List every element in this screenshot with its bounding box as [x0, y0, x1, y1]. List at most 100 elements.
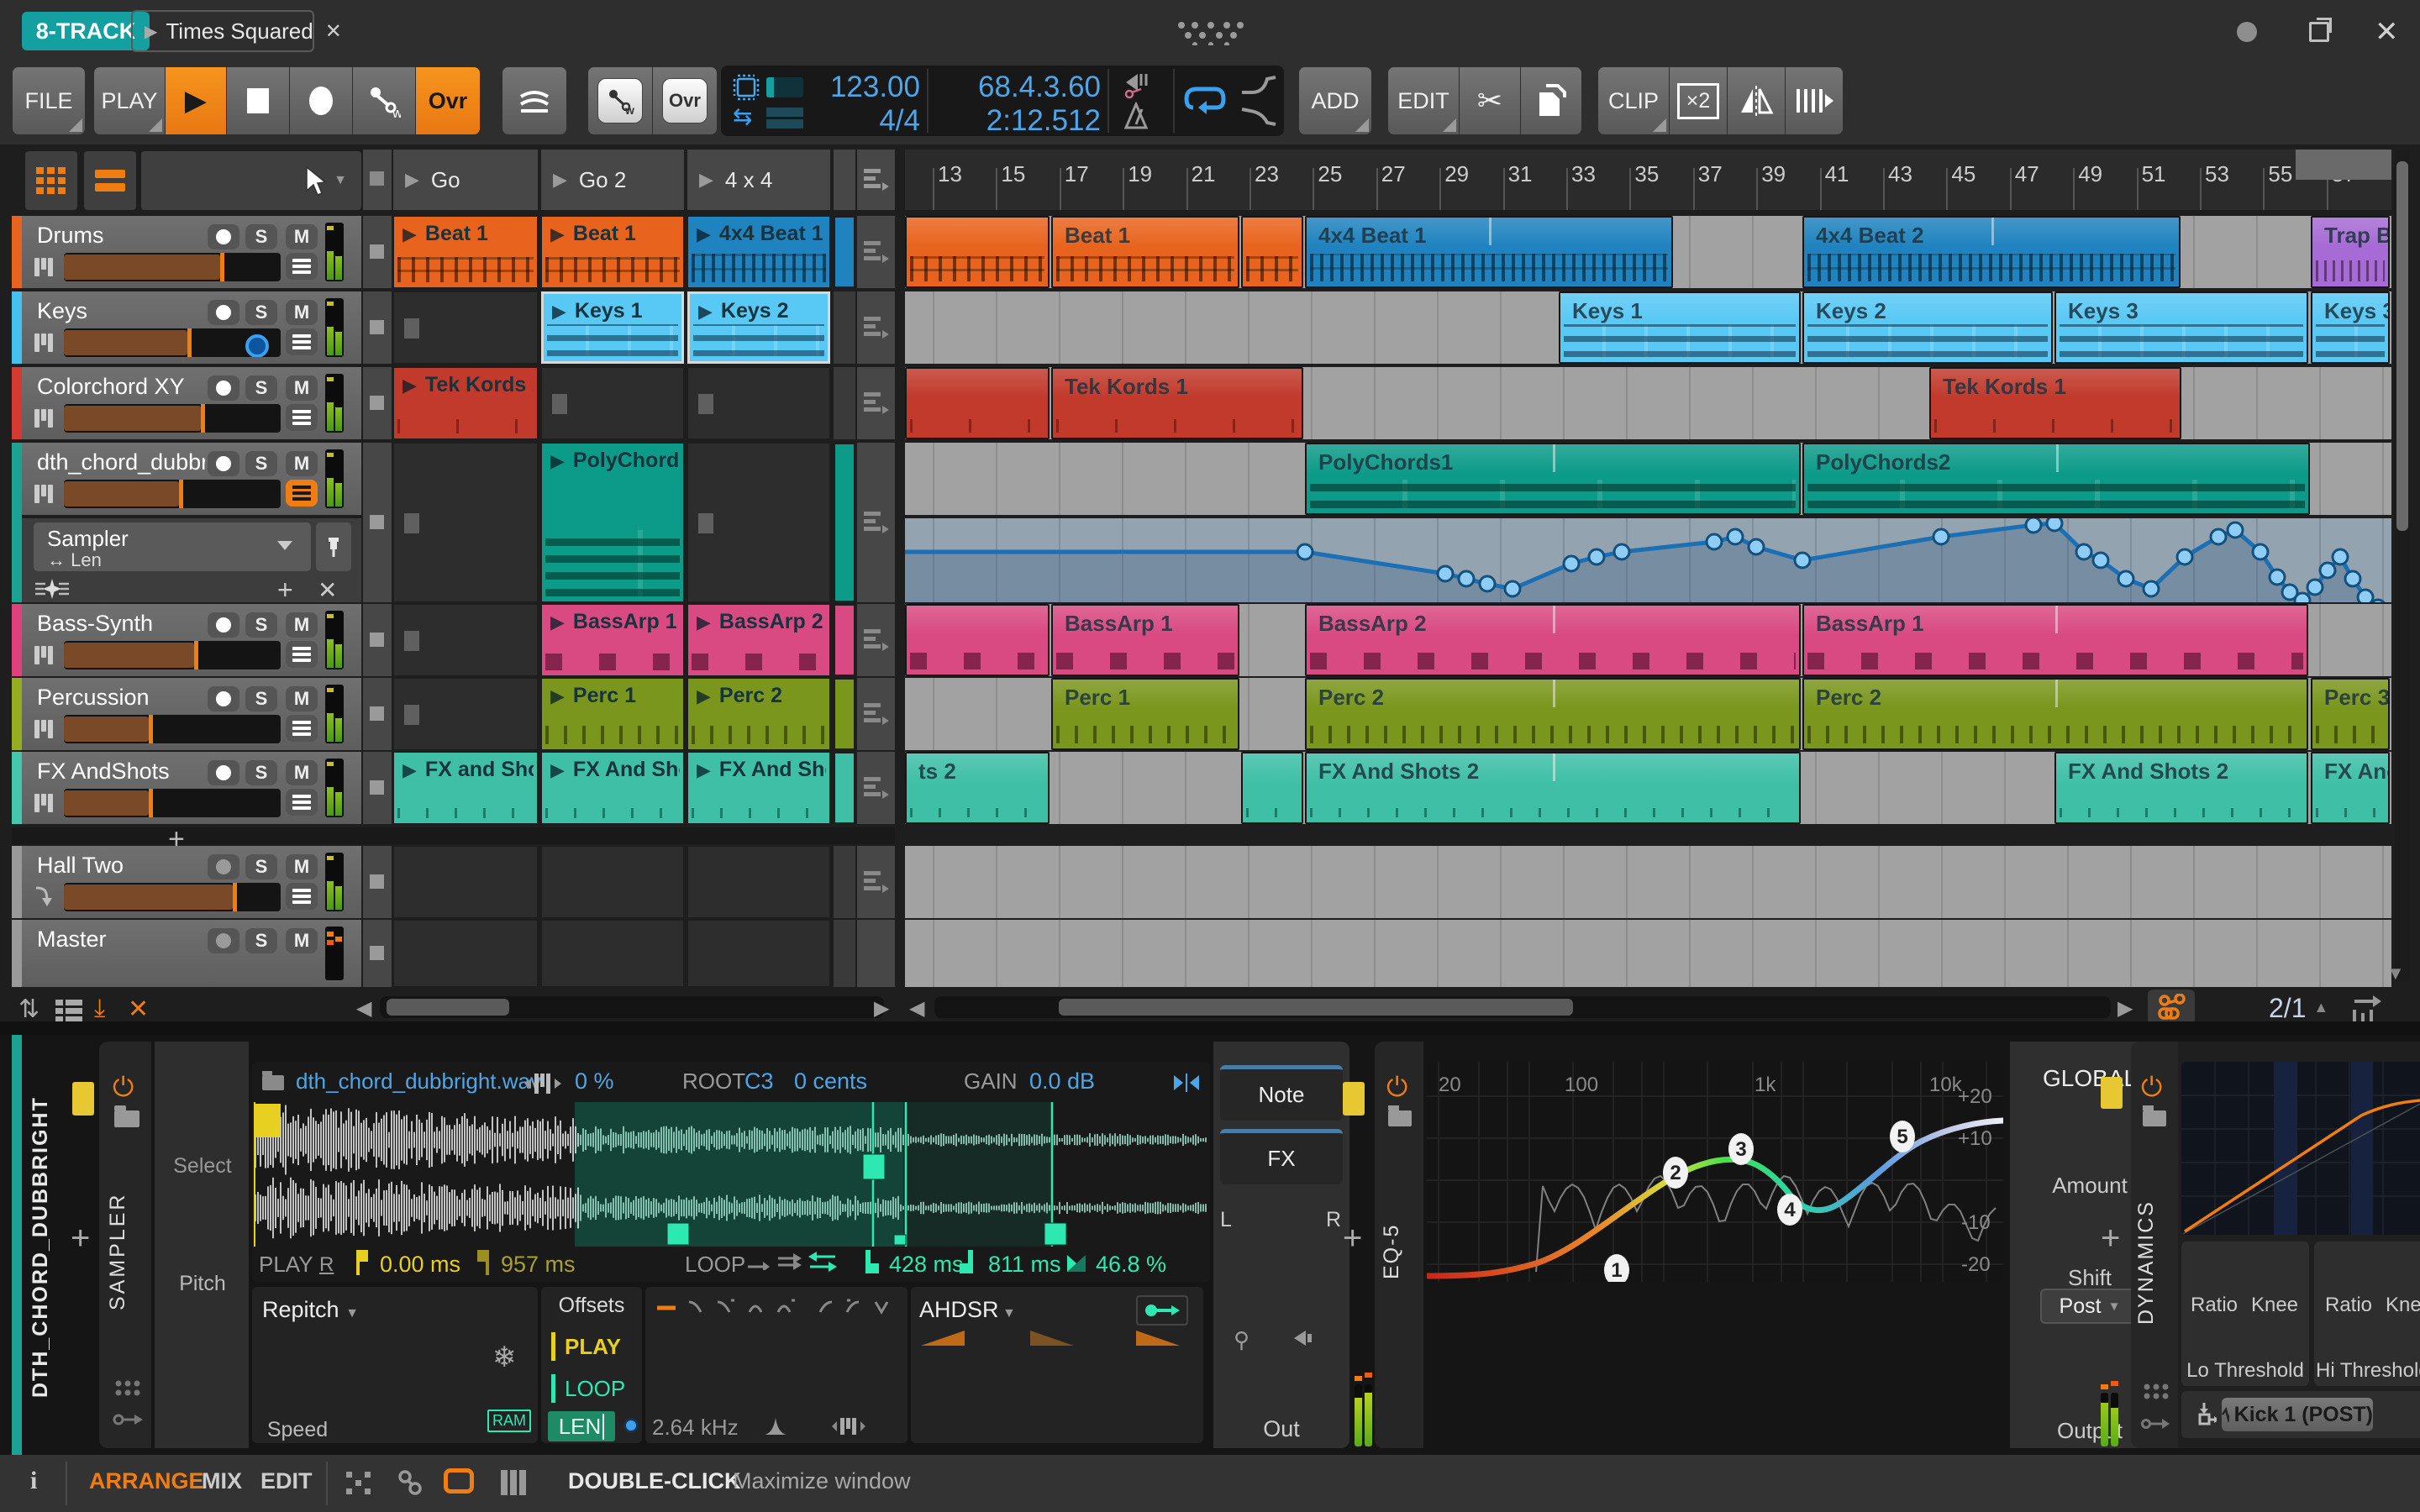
export-icon[interactable] [2349, 993, 2383, 1025]
stop-button[interactable] [227, 67, 289, 134]
arranger-clip[interactable]: 4x4 Beat 1 [1305, 216, 1673, 288]
solo-button[interactable]: S [245, 300, 277, 325]
sidechain-select[interactable]: Kick 1 (POST) [2222, 1398, 2373, 1431]
volume-fader[interactable] [64, 328, 281, 357]
record-arm-button[interactable] [208, 375, 239, 401]
eq-slot-swatch[interactable] [1343, 1082, 1365, 1116]
vscroll-down-icon[interactable]: ▼ [2386, 963, 2405, 984]
scene-list-cell[interactable] [857, 443, 895, 602]
keytrack-icon[interactable] [524, 1072, 561, 1095]
arranger-clip[interactable]: Tek Kords 1 [1051, 367, 1303, 439]
arranger-clip[interactable]: Keys 3 [2311, 291, 2390, 364]
modulation-dot-icon[interactable] [623, 1418, 639, 1433]
track-header-master[interactable]: MasterSM [22, 920, 361, 987]
scene-list-cell[interactable] [857, 678, 895, 750]
record-indicator-icon[interactable] [2237, 22, 2257, 42]
loop-pingpong-icon[interactable] [808, 1252, 837, 1272]
arranger-track-lane[interactable] [905, 920, 2391, 987]
empty-clip-slot[interactable] [393, 678, 538, 750]
solo-button[interactable]: S [245, 854, 277, 879]
arranger-clip[interactable]: FX And Shots 2 [1305, 752, 1801, 824]
copy-icon[interactable] [1521, 67, 1581, 134]
launcher-clip[interactable]: ▶Tek Kords 1 [393, 367, 538, 439]
launcher-clip[interactable]: ▶FX and Sho... [393, 752, 538, 824]
clip-stop-cell[interactable] [363, 846, 392, 918]
xfade-value[interactable]: 46.8 % [1096, 1252, 1166, 1278]
maximize-icon[interactable] [2309, 22, 2329, 42]
arranger-clip[interactable]: Keys 3 [2054, 291, 2308, 364]
empty-clip-slot[interactable] [687, 367, 830, 439]
envelope-select[interactable]: AHDSR ▼ [919, 1297, 1016, 1323]
sampler-routing-icon[interactable] [113, 1410, 143, 1430]
play-button[interactable]: ▶ [166, 67, 226, 134]
empty-clip-slot[interactable] [687, 846, 830, 918]
solo-button[interactable]: S [245, 686, 277, 711]
launcher-clip[interactable]: ▶BassArp 2 [687, 604, 830, 676]
arranger-clip[interactable]: Perc 2 [1305, 678, 1801, 750]
mono-split-icon[interactable] [1172, 1072, 1201, 1094]
expression-icon[interactable] [35, 578, 69, 600]
device-panel-toggle[interactable] [286, 789, 318, 816]
scene-list-cell[interactable] [857, 752, 895, 824]
track-header-drums[interactable]: DrumsSM [22, 216, 361, 288]
doc-close-icon[interactable]: ✕ [325, 19, 342, 44]
offset-len[interactable]: LEN [548, 1411, 615, 1441]
scene-list-header[interactable] [857, 150, 895, 210]
mute-button[interactable]: M [286, 300, 318, 325]
arranger-clip[interactable]: Perc 2 [1802, 678, 2308, 750]
eq-curve-display[interactable]: 12345 [1427, 1062, 2003, 1282]
arranger-clip[interactable]: PolyChords2 [1802, 443, 2310, 515]
loop-fwd-icon[interactable] [776, 1252, 803, 1272]
arranger-clip[interactable]: Perc 3 [2311, 678, 2390, 750]
double-icon[interactable]: ×2 [1670, 67, 1727, 134]
close-window-icon[interactable]: ✕ [2375, 15, 2399, 49]
device-panel-toggle[interactable] [286, 404, 318, 431]
mute-button[interactable]: M [286, 854, 318, 879]
clip-stop-cell[interactable] [363, 443, 392, 602]
eq-add-device-button[interactable]: + [1343, 1220, 1362, 1257]
sampler-preset-icon[interactable] [114, 1110, 139, 1127]
dyn-drag-dots-icon[interactable] [2143, 1383, 2170, 1401]
arranger-clip[interactable]: Keys 1 [1559, 291, 1801, 364]
clip-stop-cell[interactable] [363, 216, 392, 288]
snap-icon[interactable] [346, 1472, 371, 1495]
loop-end-time[interactable]: 811 ms [988, 1252, 1061, 1278]
automation-lane[interactable] [905, 518, 2391, 602]
clip-sliver[interactable] [834, 443, 855, 602]
scene-header-1[interactable]: ▶Go [393, 150, 538, 210]
freeze-icon[interactable]: ❄ [492, 1341, 517, 1374]
clip-view-toggle-icon[interactable] [444, 1468, 474, 1494]
info-icon[interactable]: i [30, 1467, 37, 1495]
doc-play-icon[interactable]: ▶ [145, 21, 157, 42]
dyn-preset-icon[interactable] [2143, 1110, 2166, 1126]
dynamics-curve-display[interactable] [2181, 1062, 2420, 1235]
clip-sliver[interactable] [834, 678, 855, 750]
sample-folder-icon[interactable] [262, 1075, 284, 1090]
arranger-clip[interactable] [905, 216, 1050, 288]
add-device-button[interactable]: + [71, 1220, 90, 1257]
arranger-clip[interactable] [1241, 216, 1303, 288]
link-icon[interactable] [397, 1470, 424, 1495]
track-header-hall-two[interactable]: Hall TwoSM [22, 846, 361, 918]
offset-loop[interactable]: LOOP [565, 1376, 625, 1402]
solo-button[interactable]: S [245, 760, 277, 785]
empty-clip-slot[interactable] [393, 604, 538, 676]
record-arm-button[interactable] [208, 928, 239, 953]
loop-start-time[interactable]: 428 ms [889, 1252, 964, 1278]
length-time[interactable]: 957 ms [501, 1252, 576, 1278]
arranger-clip[interactable]: Tek Kords 1 [1929, 367, 2181, 439]
record-arm-button[interactable] [208, 854, 239, 879]
overdub-button[interactable]: Ovr [416, 67, 480, 134]
fade-in-icon[interactable] [1240, 74, 1277, 96]
mute-button[interactable]: M [286, 612, 318, 638]
launcher-clip[interactable]: ▶FX And Sho... [687, 752, 830, 824]
record-arm-button[interactable] [208, 612, 239, 638]
arranger-clip[interactable] [1241, 752, 1303, 824]
dyn-power-icon[interactable]: ⏻ [2141, 1072, 2162, 1104]
empty-clip-slot[interactable] [541, 920, 684, 987]
scene-list-cell[interactable] [857, 920, 895, 987]
eq-post-select[interactable]: Post▼ [2040, 1289, 2139, 1324]
mirror-icon[interactable] [1728, 67, 1785, 134]
arranger-clip[interactable]: BassArp 1 [1802, 604, 2308, 676]
timesig-value[interactable]: 4/4 [811, 104, 920, 138]
